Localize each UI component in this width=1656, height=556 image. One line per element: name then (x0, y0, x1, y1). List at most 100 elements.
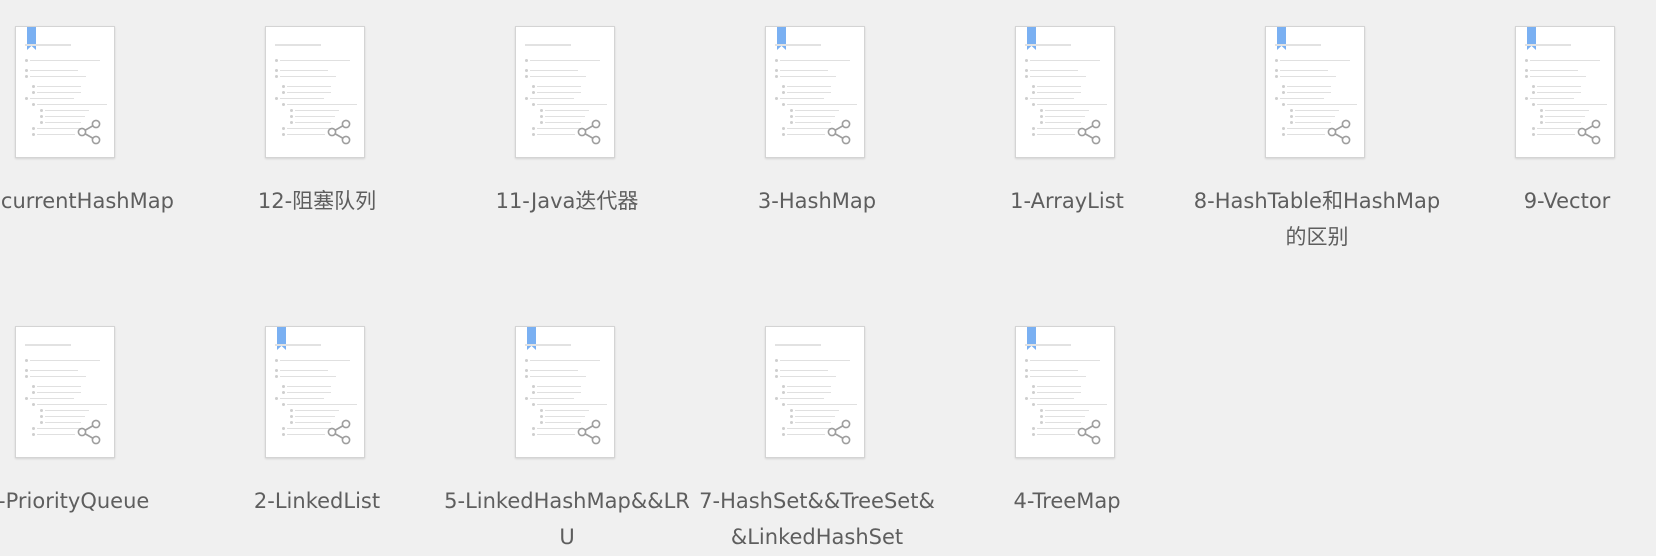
file-tile[interactable]: 4-TreeMap (942, 326, 1192, 556)
outline-row (1025, 369, 1079, 372)
outline-line (545, 110, 589, 111)
share-icon[interactable] (575, 418, 603, 446)
outline-line (780, 60, 850, 61)
document-thumbnail[interactable] (265, 326, 365, 458)
share-icon[interactable] (575, 118, 603, 146)
outline-bullet (525, 369, 528, 372)
outline-line (1295, 116, 1335, 117)
document-thumbnail[interactable] (15, 26, 115, 158)
outline-row (25, 359, 101, 362)
file-tile[interactable]: 9-Vector (1442, 26, 1656, 256)
file-name[interactable]: ConcurrentHashMap (0, 183, 192, 219)
outline-bullet (1040, 121, 1043, 124)
file-name[interactable]: 0-PriorityQueue (0, 483, 192, 519)
outline-bullet (782, 91, 785, 94)
outline-bullet (775, 375, 778, 378)
outline-row (25, 59, 101, 62)
outline-bullet (290, 121, 293, 124)
thumbnail-title-line (275, 344, 321, 346)
outline-bullet (32, 91, 35, 94)
outline-line (287, 104, 357, 105)
outline-bullet (25, 359, 28, 362)
outline-line (780, 98, 824, 99)
file-tile[interactable]: 8-HashTable和HashMap的区别 (1192, 26, 1442, 256)
share-icon[interactable] (1575, 118, 1603, 146)
file-tile[interactable]: ConcurrentHashMap (0, 26, 192, 256)
file-tile[interactable]: 5-LinkedHashMap&&LRU (442, 326, 692, 556)
document-thumbnail[interactable] (515, 326, 615, 458)
outline-line (37, 104, 107, 105)
file-name[interactable]: 11-Java迭代器 (442, 183, 692, 219)
outline-line (287, 434, 325, 435)
outline-line (1030, 398, 1074, 399)
outline-line (1045, 116, 1085, 117)
outline-line (795, 416, 835, 417)
outline-bullet (1540, 109, 1543, 112)
file-name[interactable]: 3-HashMap (692, 183, 942, 219)
outline-line (1037, 404, 1107, 405)
outline-bullet (282, 103, 285, 106)
outline-line (787, 86, 831, 87)
outline-bullet (1532, 91, 1535, 94)
thumbnail-title-line (775, 344, 821, 346)
share-icon[interactable] (75, 418, 103, 446)
file-name[interactable]: 1-ArrayList (942, 183, 1192, 219)
outline-row (282, 91, 332, 94)
outline-bullet (40, 421, 43, 424)
outline-line (530, 60, 600, 61)
outline-bullet (1040, 421, 1043, 424)
document-thumbnail[interactable] (15, 326, 115, 458)
outline-row (1032, 85, 1082, 88)
outline-bullet (775, 75, 778, 78)
share-icon[interactable] (1325, 118, 1353, 146)
document-thumbnail[interactable] (1015, 26, 1115, 158)
outline-bullet (1025, 59, 1028, 62)
file-name[interactable]: 7-HashSet&&TreeSet&&LinkedHashSet (692, 483, 942, 555)
file-name[interactable]: 12-阻塞队列 (192, 183, 442, 219)
document-thumbnail[interactable] (765, 26, 865, 158)
outline-line (1037, 92, 1081, 93)
outline-bullet (290, 115, 293, 118)
file-tile[interactable]: 2-LinkedList (192, 326, 442, 556)
share-icon[interactable] (75, 118, 103, 146)
file-name[interactable]: 4-TreeMap (942, 483, 1192, 519)
outline-row (32, 433, 76, 436)
file-tile[interactable]: 11-Java迭代器 (442, 26, 692, 256)
file-tile[interactable]: 7-HashSet&&TreeSet&&LinkedHashSet (692, 326, 942, 556)
outline-row (32, 391, 82, 394)
document-thumbnail[interactable] (765, 326, 865, 458)
outline-bullet (1040, 415, 1043, 418)
file-name[interactable]: 2-LinkedList (192, 483, 442, 519)
outline-bullet (32, 391, 35, 394)
file-tile[interactable]: 3-HashMap (692, 26, 942, 256)
outline-bullet (1040, 115, 1043, 118)
file-tile[interactable]: 1-ArrayList (942, 26, 1192, 256)
outline-bullet (32, 403, 35, 406)
outline-row (532, 391, 582, 394)
file-name[interactable]: 5-LinkedHashMap&&LRU (442, 483, 692, 555)
outline-row (1525, 97, 1575, 100)
outline-line (30, 76, 86, 77)
outline-line (37, 392, 81, 393)
share-icon[interactable] (1075, 418, 1103, 446)
file-tile[interactable]: 12-阻塞队列 (192, 26, 442, 256)
outline-line (1280, 70, 1328, 71)
share-icon[interactable] (325, 118, 353, 146)
bookmark-icon (27, 27, 36, 50)
file-tile[interactable]: 0-PriorityQueue (0, 326, 192, 556)
share-icon[interactable] (1075, 118, 1103, 146)
share-icon[interactable] (825, 118, 853, 146)
document-thumbnail[interactable] (1015, 326, 1115, 458)
outline-row (40, 409, 90, 412)
outline-bullet (1532, 85, 1535, 88)
file-name[interactable]: 8-HashTable和HashMap的区别 (1192, 183, 1442, 255)
share-icon[interactable] (325, 418, 353, 446)
document-thumbnail[interactable] (515, 26, 615, 158)
outline-row (532, 85, 582, 88)
document-thumbnail[interactable] (265, 26, 365, 158)
document-thumbnail[interactable] (1265, 26, 1365, 158)
file-name[interactable]: 9-Vector (1442, 183, 1656, 219)
document-thumbnail[interactable] (1515, 26, 1615, 158)
outline-bullet (1275, 59, 1278, 62)
share-icon[interactable] (825, 418, 853, 446)
